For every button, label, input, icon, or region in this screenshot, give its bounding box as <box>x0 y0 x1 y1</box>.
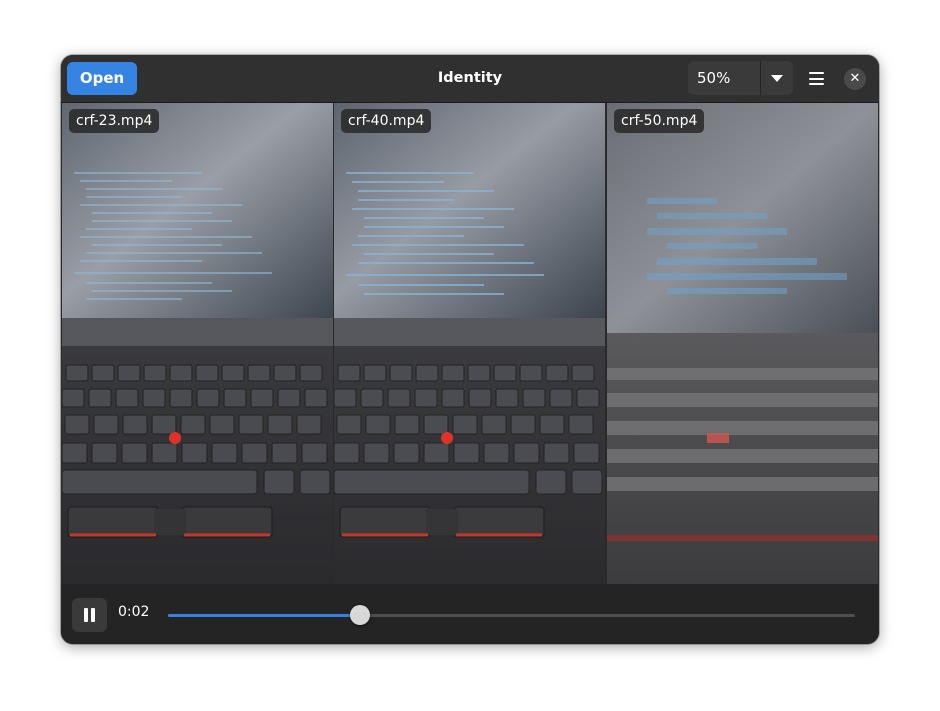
zoom-dropdown-button[interactable] <box>761 61 793 95</box>
video-comparison-area: crf-23.mp4 crf-40.mp4 crf-50.mp4 <box>61 103 879 584</box>
video-frame-2 <box>334 103 605 584</box>
video-filename-label: crf-50.mp4 <box>614 109 705 133</box>
video-pane-1: crf-23.mp4 <box>62 103 333 584</box>
video-frame-1 <box>62 103 333 584</box>
close-button[interactable]: ✕ <box>844 68 866 90</box>
open-button[interactable]: Open <box>67 62 137 95</box>
chevron-down-icon <box>771 74 783 82</box>
main-menu-button[interactable] <box>801 62 831 95</box>
video-pane-3: crf-50.mp4 <box>607 103 878 584</box>
video-pane-2: crf-40.mp4 <box>334 103 605 584</box>
playback-controls: 0:02 <box>61 584 879 644</box>
zoom-value[interactable]: 50% <box>688 61 760 95</box>
seek-bar-handle[interactable] <box>350 605 371 625</box>
video-frame-3 <box>607 103 878 584</box>
seek-bar[interactable] <box>168 605 855 625</box>
header-bar: Open Identity 50% ✕ <box>61 55 879 103</box>
zoom-selector[interactable]: 50% <box>688 61 793 95</box>
video-filename-label: crf-40.mp4 <box>341 109 432 133</box>
seek-bar-progress <box>168 614 361 617</box>
play-pause-button[interactable] <box>72 598 107 632</box>
video-filename-label: crf-23.mp4 <box>69 109 160 133</box>
playback-time: 0:02 <box>118 604 150 620</box>
hamburger-menu-icon <box>808 72 824 85</box>
close-icon: ✕ <box>849 71 861 86</box>
app-window: Open Identity 50% ✕ crf-23.mp4 crf-40.mp… <box>61 55 879 644</box>
